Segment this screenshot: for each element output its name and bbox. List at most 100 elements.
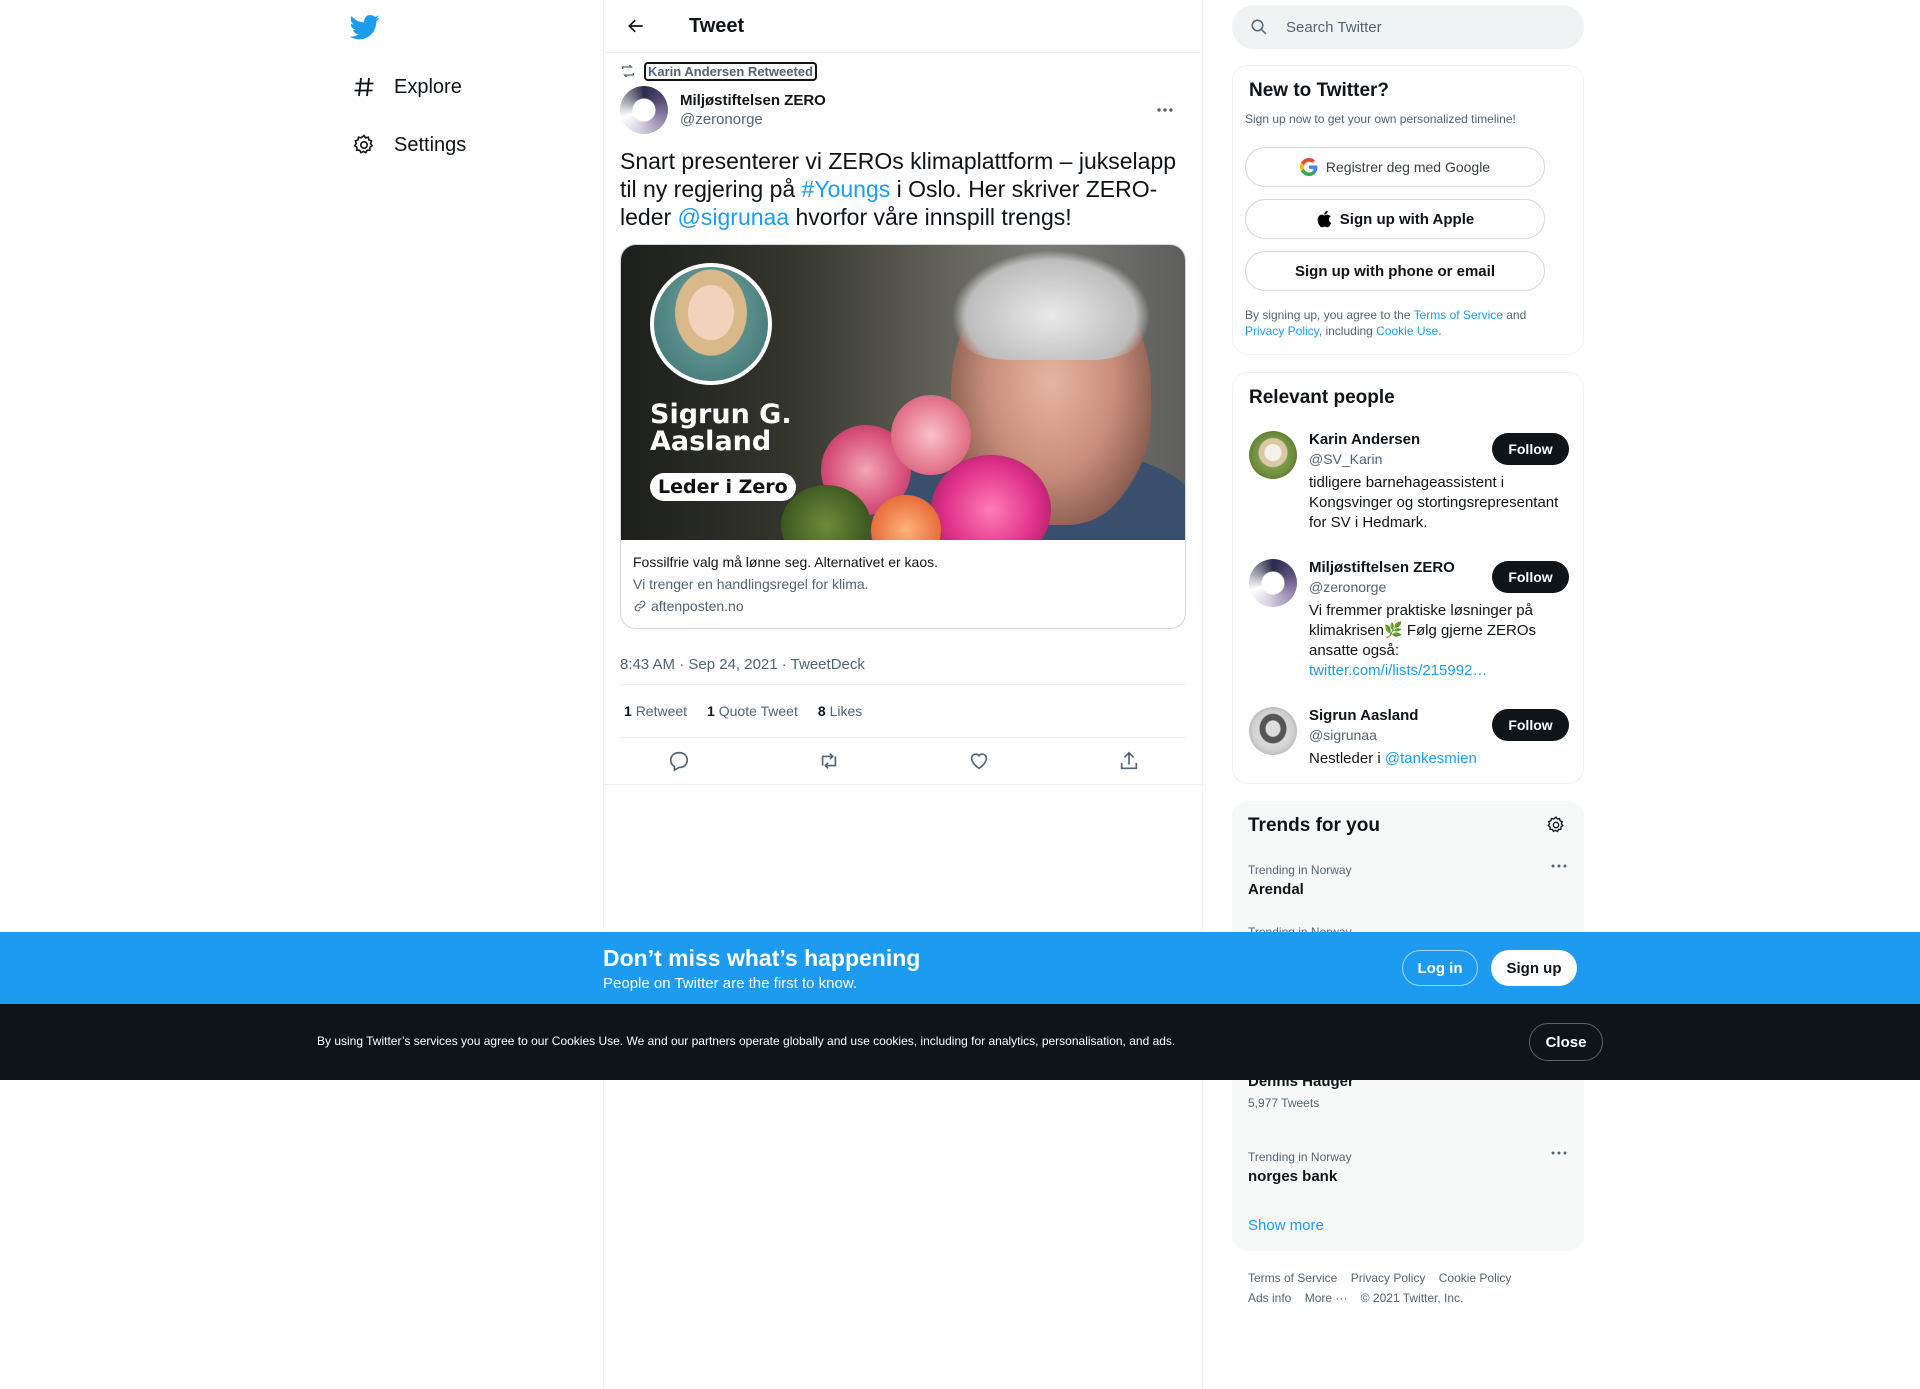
apple-icon — [1316, 210, 1332, 228]
tweet: Karin Andersen Retweeted Miljøstiftelsen… — [604, 59, 1204, 785]
retweet-action-icon — [821, 753, 837, 769]
avatar[interactable] — [620, 86, 668, 134]
quotes-stat[interactable]: 1 Quote Tweet — [707, 703, 798, 719]
banner-subtitle: People on Twitter are the first to know. — [603, 975, 858, 992]
retweeted-by-link[interactable]: Karin Andersen Retweeted — [644, 61, 817, 81]
nav-explore[interactable]: Explore — [350, 65, 462, 109]
main-column: Tweet Karin Andersen Retweeted Miljøstif… — [603, 0, 1204, 1389]
follow-button[interactable]: Follow — [1492, 709, 1569, 741]
footer-link[interactable]: Cookie Policy — [1439, 1271, 1512, 1285]
footer-link[interactable]: Privacy Policy — [1351, 1271, 1426, 1285]
card-domain-text: aftenposten.no — [651, 598, 744, 614]
login-button[interactable]: Log in — [1402, 950, 1478, 986]
avatar[interactable] — [1249, 707, 1297, 755]
phone-email-signup-button[interactable]: Sign up with phone or email — [1245, 251, 1545, 291]
twitter-logo-icon[interactable] — [349, 12, 380, 42]
trends-settings-icon[interactable] — [1546, 815, 1566, 835]
card-image-name: Sigrun G. Aasland — [650, 399, 792, 457]
trends-title: Trends for you — [1248, 815, 1380, 836]
likes-label: Likes — [829, 703, 863, 719]
footer-link[interactable]: Ads info — [1248, 1291, 1291, 1305]
apple-signup-button[interactable]: Sign up with Apple — [1245, 199, 1545, 239]
follow-button[interactable]: Follow — [1492, 561, 1569, 593]
terms-text: . — [1438, 324, 1442, 338]
retweets-label: Retweet — [635, 703, 688, 719]
signup-button[interactable]: Sign up — [1491, 950, 1577, 986]
quotes-count: 1 — [707, 703, 715, 719]
card-image-hair — [951, 250, 1151, 360]
quotes-label: Quote Tweet — [718, 703, 798, 719]
card-image: Sigrun G. Aasland Leder i Zero — [621, 245, 1185, 540]
back-arrow-icon — [628, 19, 643, 33]
google-icon — [1299, 158, 1318, 176]
cookie-banner: By using Twitter’s services you agree to… — [0, 1004, 1920, 1080]
search-bar[interactable] — [1232, 5, 1584, 49]
link-icon — [633, 599, 647, 613]
terms-of-service-link[interactable]: Terms of Service — [1414, 308, 1503, 322]
trend-title: norges bank — [1248, 1168, 1338, 1185]
phone-email-signup-label: Sign up with phone or email — [1294, 262, 1495, 280]
hashtag-icon — [350, 73, 378, 101]
relevant-people-title: Relevant people — [1249, 387, 1395, 408]
nav-settings-label: Settings — [394, 133, 467, 156]
banner-heading: Don’t miss what’s happening — [603, 945, 921, 971]
tweet-text: Snart presenterer vi ZEROs klimaplattfor… — [620, 147, 1186, 231]
new-to-twitter-panel: New to Twitter? Sign up now to get your … — [1232, 65, 1584, 355]
follow-button[interactable]: Follow — [1492, 433, 1569, 465]
retweet-button[interactable] — [812, 744, 846, 778]
card-description: Vi trenger en handlingsregel for klima. — [633, 576, 869, 592]
show-more-link[interactable]: Show more — [1248, 1217, 1324, 1234]
person-bio-text: Nestleder i — [1309, 750, 1385, 767]
share-button[interactable] — [1112, 744, 1146, 778]
person-bio: Nestleder i @tankesmien — [1309, 749, 1559, 769]
relevant-people-panel: Relevant people Karin Andersen @SV_Karin… — [1232, 372, 1584, 784]
more-icon[interactable] — [1550, 1150, 1568, 1156]
privacy-policy-link[interactable]: Privacy Policy — [1245, 324, 1319, 338]
signup-banner: Don’t miss what’s happening People on Tw… — [0, 932, 1920, 1004]
author-handle[interactable]: @zeronorge — [680, 111, 826, 128]
reply-icon — [669, 751, 689, 772]
author-meta[interactable]: Miljøstiftelsen ZERO @zeronorge — [680, 92, 826, 128]
avatar[interactable] — [1249, 559, 1297, 607]
more-icon[interactable] — [1550, 863, 1568, 869]
mention-link[interactable]: @sigrunaa — [678, 204, 790, 230]
retweets-count: 1 — [624, 703, 632, 719]
tweet-timestamp[interactable]: 8:43 AM · Sep 24, 2021 · TweetDeck — [620, 645, 1186, 685]
like-button[interactable] — [962, 744, 996, 778]
search-input[interactable] — [1286, 18, 1546, 36]
card-body: Fossilfrie valg må lønne seg. Alternativ… — [621, 540, 1185, 628]
likes-stat[interactable]: 8 Likes — [818, 703, 862, 719]
reply-button[interactable] — [662, 744, 696, 778]
apple-signup-label: Sign up with Apple — [1339, 210, 1475, 228]
trend-title: Arendal — [1248, 881, 1304, 898]
link-card[interactable]: Sigrun G. Aasland Leder i Zero Fossilfri… — [620, 244, 1186, 629]
card-domain: aftenposten.no — [633, 596, 1173, 616]
tweet-text-part: hvorfor våre innspill trengs! — [789, 204, 1072, 230]
more-options-button[interactable] — [1152, 97, 1178, 123]
avatar[interactable] — [1249, 431, 1297, 479]
tweet-actions — [604, 738, 1204, 785]
retweet-context: Karin Andersen Retweeted — [620, 59, 1186, 83]
terms-text: , including — [1318, 324, 1377, 338]
google-signup-button[interactable]: Registrer deg med Google — [1245, 147, 1545, 187]
card-image-badge: Leder i Zero — [650, 473, 796, 501]
likes-count: 8 — [817, 703, 826, 719]
person-bio-link[interactable]: @tankesmien — [1385, 750, 1477, 767]
footer-link[interactable]: More ··· — [1305, 1291, 1348, 1305]
cookie-text: By using Twitter’s services you agree to… — [317, 1034, 1176, 1048]
author-name[interactable]: Miljøstiftelsen ZERO — [680, 92, 826, 109]
search-icon — [1250, 18, 1268, 36]
person-bio: Vi fremmer praktiske løsninger på klimak… — [1309, 601, 1559, 681]
close-button[interactable]: Close — [1529, 1023, 1603, 1061]
cookie-use-link[interactable]: Cookie Use — [1376, 324, 1438, 338]
footer-link[interactable]: Terms of Service — [1248, 1271, 1337, 1285]
person-bio-link[interactable]: twitter.com/i/lists/215992… — [1309, 662, 1487, 679]
hashtag-link[interactable]: #Youngs — [802, 176, 891, 202]
trend-item[interactable]: Trending in Norway Arendal — [1248, 863, 1568, 898]
card-portrait — [650, 263, 772, 385]
retweets-stat[interactable]: 1 Retweet — [624, 703, 687, 719]
nav-settings[interactable]: Settings — [350, 123, 466, 167]
trend-count: 5,977 Tweets — [1248, 1096, 1320, 1110]
trend-item[interactable]: Trending in Norway norges bank — [1248, 1150, 1568, 1185]
back-button[interactable] — [618, 8, 654, 44]
